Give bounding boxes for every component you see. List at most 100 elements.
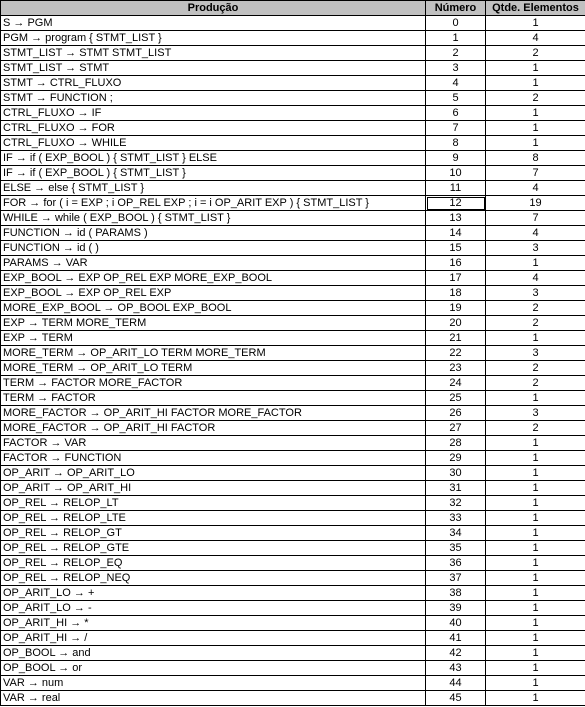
number-cell[interactable]: 27: [425, 420, 486, 436]
table-row[interactable]: OP_REL → RELOP_EQ 36 1: [0, 555, 585, 571]
table-row[interactable]: FUNCTION → id ( PARAMS ) 14 4: [0, 225, 585, 241]
number-cell[interactable]: 42: [425, 645, 486, 661]
element-count-cell[interactable]: 3: [485, 240, 585, 256]
element-count-cell[interactable]: 2: [485, 360, 585, 376]
number-cell[interactable]: 32: [425, 495, 486, 511]
number-cell[interactable]: 7: [425, 120, 486, 136]
production-cell[interactable]: VAR → real: [0, 690, 426, 706]
element-count-cell[interactable]: 1: [485, 465, 585, 481]
production-cell[interactable]: MORE_TERM → OP_ARIT_LO TERM: [0, 360, 426, 376]
number-cell[interactable]: 39: [425, 600, 486, 616]
number-cell[interactable]: 8: [425, 135, 486, 151]
table-row[interactable]: STMT_LIST → STMT STMT_LIST 2 2: [0, 45, 585, 61]
number-cell[interactable]: 3: [425, 60, 486, 76]
number-cell[interactable]: 5: [425, 90, 486, 106]
element-count-cell[interactable]: 1: [485, 450, 585, 466]
production-cell[interactable]: CTRL_FLUXO → WHILE: [0, 135, 426, 151]
number-cell[interactable]: 25: [425, 390, 486, 406]
table-row[interactable]: S → PGM 0 1: [0, 15, 585, 31]
element-count-cell[interactable]: 1: [485, 645, 585, 661]
element-count-cell[interactable]: 2: [485, 375, 585, 391]
element-count-cell[interactable]: 1: [485, 135, 585, 151]
production-cell[interactable]: EXP_BOOL → EXP OP_REL EXP MORE_EXP_BOOL: [0, 270, 426, 286]
element-count-cell[interactable]: 7: [485, 210, 585, 226]
production-cell[interactable]: S → PGM: [0, 15, 426, 31]
element-count-cell[interactable]: 1: [485, 390, 585, 406]
table-row[interactable]: ELSE → else { STMT_LIST } 11 4: [0, 180, 585, 196]
table-row[interactable]: MORE_FACTOR → OP_ARIT_HI FACTOR 27 2: [0, 420, 585, 436]
element-count-cell[interactable]: 1: [485, 105, 585, 121]
table-row[interactable]: FOR → for ( i = EXP ; i OP_REL EXP ; i =…: [0, 195, 585, 211]
number-cell[interactable]: 35: [425, 540, 486, 556]
production-cell[interactable]: OP_ARIT_HI → *: [0, 615, 426, 631]
element-count-cell[interactable]: 8: [485, 150, 585, 166]
table-row[interactable]: OP_REL → RELOP_LT 32 1: [0, 495, 585, 511]
production-cell[interactable]: OP_REL → RELOP_GTE: [0, 540, 426, 556]
number-cell[interactable]: 19: [425, 300, 486, 316]
number-cell[interactable]: 6: [425, 105, 486, 121]
production-cell[interactable]: PARAMS → VAR: [0, 255, 426, 271]
production-cell[interactable]: MORE_FACTOR → OP_ARIT_HI FACTOR: [0, 420, 426, 436]
element-count-cell[interactable]: 2: [485, 45, 585, 61]
production-cell[interactable]: FOR → for ( i = EXP ; i OP_REL EXP ; i =…: [0, 195, 426, 211]
production-cell[interactable]: OP_ARIT_LO → -: [0, 600, 426, 616]
element-count-cell[interactable]: 2: [485, 315, 585, 331]
production-cell[interactable]: EXP_BOOL → EXP OP_REL EXP: [0, 285, 426, 301]
production-cell[interactable]: IF → if ( EXP_BOOL ) { STMT_LIST } ELSE: [0, 150, 426, 166]
element-count-cell[interactable]: 1: [485, 435, 585, 451]
element-count-cell[interactable]: 2: [485, 90, 585, 106]
number-cell[interactable]: 41: [425, 630, 486, 646]
number-cell[interactable]: 30: [425, 465, 486, 481]
table-row[interactable]: STMT → FUNCTION ; 5 2: [0, 90, 585, 106]
table-row[interactable]: EXP_BOOL → EXP OP_REL EXP 18 3: [0, 285, 585, 301]
number-cell[interactable]: 26: [425, 405, 486, 421]
element-count-cell[interactable]: 2: [485, 420, 585, 436]
number-cell[interactable]: 4: [425, 75, 486, 91]
table-row[interactable]: MORE_FACTOR → OP_ARIT_HI FACTOR MORE_FAC…: [0, 405, 585, 421]
production-cell[interactable]: MORE_EXP_BOOL → OP_BOOL EXP_BOOL: [0, 300, 426, 316]
element-count-cell[interactable]: 1: [485, 120, 585, 136]
number-cell[interactable]: 22: [425, 345, 486, 361]
element-count-cell[interactable]: 1: [485, 660, 585, 676]
production-cell[interactable]: CTRL_FLUXO → FOR: [0, 120, 426, 136]
element-count-cell[interactable]: 1: [485, 675, 585, 691]
table-row[interactable]: OP_REL → RELOP_NEQ 37 1: [0, 570, 585, 586]
table-row[interactable]: OP_REL → RELOP_GT 34 1: [0, 525, 585, 541]
production-cell[interactable]: STMT_LIST → STMT: [0, 60, 426, 76]
production-cell[interactable]: FUNCTION → id ( PARAMS ): [0, 225, 426, 241]
element-count-cell[interactable]: 1: [485, 510, 585, 526]
number-cell[interactable]: 45: [425, 690, 486, 706]
production-cell[interactable]: OP_ARIT_HI → /: [0, 630, 426, 646]
table-row[interactable]: EXP_BOOL → EXP OP_REL EXP MORE_EXP_BOOL 1…: [0, 270, 585, 286]
production-cell[interactable]: OP_ARIT → OP_ARIT_LO: [0, 465, 426, 481]
table-row[interactable]: STMT_LIST → STMT 3 1: [0, 60, 585, 76]
element-count-cell[interactable]: 1: [485, 615, 585, 631]
element-count-cell[interactable]: 3: [485, 405, 585, 421]
table-row[interactable]: OP_BOOL → or 43 1: [0, 660, 585, 676]
element-count-cell[interactable]: 4: [485, 270, 585, 286]
production-cell[interactable]: IF → if ( EXP_BOOL ) { STMT_LIST }: [0, 165, 426, 181]
element-count-cell[interactable]: 7: [485, 165, 585, 181]
element-count-cell[interactable]: 19: [485, 195, 585, 211]
production-cell[interactable]: STMT → CTRL_FLUXO: [0, 75, 426, 91]
table-row[interactable]: WHILE → while ( EXP_BOOL ) { STMT_LIST }…: [0, 210, 585, 226]
number-cell[interactable]: 29: [425, 450, 486, 466]
production-cell[interactable]: OP_REL → RELOP_LT: [0, 495, 426, 511]
production-cell[interactable]: PGM → program { STMT_LIST }: [0, 30, 426, 46]
element-count-cell[interactable]: 4: [485, 225, 585, 241]
production-cell[interactable]: EXP → TERM MORE_TERM: [0, 315, 426, 331]
table-row[interactable]: FACTOR → FUNCTION 29 1: [0, 450, 585, 466]
production-cell[interactable]: CTRL_FLUXO → IF: [0, 105, 426, 121]
number-cell[interactable]: 21: [425, 330, 486, 346]
table-row[interactable]: OP_ARIT → OP_ARIT_HI 31 1: [0, 480, 585, 496]
production-cell[interactable]: OP_REL → RELOP_LTE: [0, 510, 426, 526]
production-cell[interactable]: STMT → FUNCTION ;: [0, 90, 426, 106]
table-row[interactable]: CTRL_FLUXO → IF 6 1: [0, 105, 585, 121]
table-row[interactable]: EXP → TERM MORE_TERM 20 2: [0, 315, 585, 331]
production-cell[interactable]: OP_BOOL → and: [0, 645, 426, 661]
table-row[interactable]: IF → if ( EXP_BOOL ) { STMT_LIST } 10 7: [0, 165, 585, 181]
production-cell[interactable]: OP_ARIT_LO → +: [0, 585, 426, 601]
number-cell[interactable]: 16: [425, 255, 486, 271]
element-count-cell[interactable]: 1: [485, 555, 585, 571]
element-count-cell[interactable]: 1: [485, 690, 585, 706]
